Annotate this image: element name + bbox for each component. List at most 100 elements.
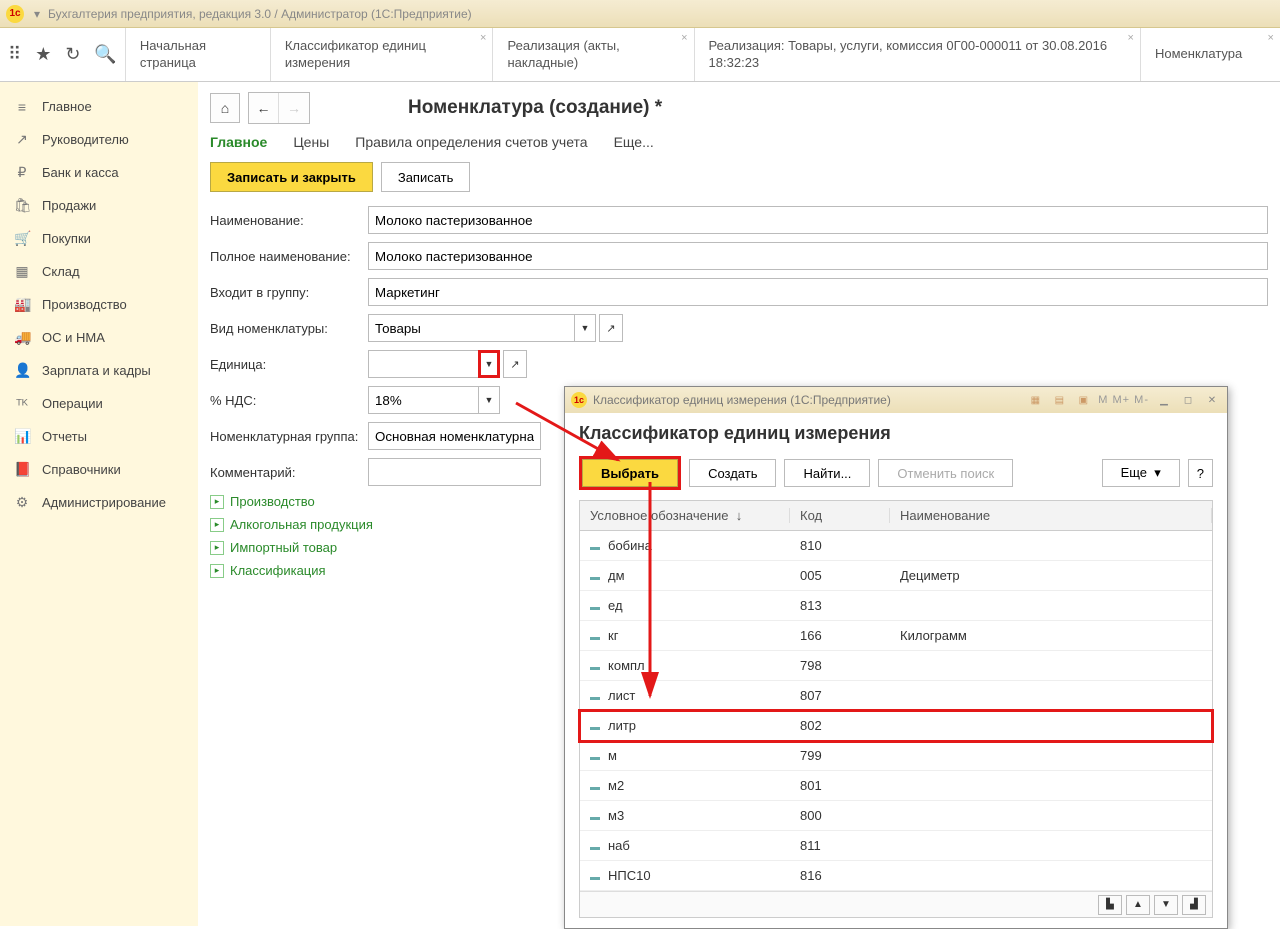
expander-label: Импортный товар — [230, 540, 337, 555]
unit-open-button[interactable]: ↗ — [503, 350, 527, 378]
sidebar-item-5[interactable]: ▦Склад — [0, 255, 198, 288]
tab-1[interactable]: Классификатор единиц измерения× — [270, 28, 493, 81]
tab-close-icon[interactable]: × — [1268, 32, 1274, 44]
sidebar-item-3[interactable]: 🛍 Продажи — [0, 189, 198, 222]
table-row[interactable]: ▬м2801 — [580, 771, 1212, 801]
col-name[interactable]: Наименование — [890, 508, 1212, 523]
classifier-dialog: 1c Классификатор единиц измерения (1С:Пр… — [564, 386, 1228, 929]
apps-icon[interactable]: ⠿ — [8, 44, 21, 65]
table-row[interactable]: ▬кг166Килограмм — [580, 621, 1212, 651]
table-row[interactable]: ▬м3800 — [580, 801, 1212, 831]
dialog-cal-icon[interactable]: ▣ — [1074, 392, 1092, 408]
type-dropdown-button[interactable]: ▼ — [574, 314, 596, 342]
sidebar-item-7[interactable]: 🚚ОС и НМА — [0, 321, 198, 354]
subtab-1[interactable]: Цены — [293, 134, 329, 150]
tab-2[interactable]: Реализация (акты, накладные)× — [492, 28, 693, 81]
row-icon: ▬ — [590, 692, 600, 703]
subtab-2[interactable]: Правила определения счетов учета — [355, 134, 587, 150]
comment-input[interactable] — [368, 458, 541, 486]
sidebar-icon: ≡ — [14, 99, 30, 115]
dialog-close-icon[interactable]: ✕ — [1203, 392, 1221, 408]
fullname-input[interactable] — [368, 242, 1268, 270]
nav-up-button[interactable]: ▲ — [1126, 895, 1150, 915]
dialog-max-icon[interactable]: ◻ — [1179, 392, 1197, 408]
sidebar-item-2[interactable]: ₽Банк и касса — [0, 156, 198, 189]
history-icon[interactable]: ↻ — [65, 44, 80, 65]
row-icon: ▬ — [590, 782, 600, 793]
col-code[interactable]: Код — [790, 508, 890, 523]
select-button[interactable]: Выбрать — [582, 459, 678, 487]
nomgroup-label: Номенклатурная группа: — [210, 429, 368, 444]
sidebar-icon: 🛍 — [14, 197, 30, 214]
table-row[interactable]: ▬НПС10816 — [580, 861, 1212, 891]
nav-last-button[interactable]: ▟ — [1182, 895, 1206, 915]
sidebar-icon: 📕 — [14, 461, 30, 478]
tab-close-icon[interactable]: × — [480, 32, 486, 44]
window-title-text: Бухгалтерия предприятия, редакция 3.0 / … — [48, 7, 472, 21]
row-icon: ▬ — [590, 632, 600, 643]
cancel-search-button[interactable]: Отменить поиск — [878, 459, 1013, 487]
dropdown-icon[interactable]: ▾ — [34, 7, 40, 21]
dialog-min-icon[interactable]: ▁ — [1155, 392, 1173, 408]
group-input[interactable] — [368, 278, 1268, 306]
star-icon[interactable]: ★ — [35, 44, 51, 65]
find-button[interactable]: Найти... — [784, 459, 870, 487]
type-input[interactable] — [368, 314, 574, 342]
col-symbol[interactable]: Условное обозначение ↓ — [580, 508, 790, 523]
dialog-m-buttons[interactable]: M M+ M- — [1098, 394, 1149, 406]
nav-down-button[interactable]: ▼ — [1154, 895, 1178, 915]
sidebar-label: Продажи — [42, 198, 96, 213]
table-row[interactable]: ▬наб811 — [580, 831, 1212, 861]
table-row[interactable]: ▬компл798 — [580, 651, 1212, 681]
sidebar-item-6[interactable]: 🏭Производство — [0, 288, 198, 321]
sidebar-icon: 📊 — [14, 428, 30, 445]
tab-0[interactable]: Начальная страница — [125, 28, 270, 81]
table-row[interactable]: ▬ед813 — [580, 591, 1212, 621]
sidebar-item-12[interactable]: ⚙Администрирование — [0, 486, 198, 519]
subtab-3[interactable]: Еще... — [614, 134, 654, 150]
app-icon: 1c — [6, 5, 24, 23]
unit-dropdown-button[interactable]: ▼ — [478, 350, 500, 378]
row-icon: ▬ — [590, 842, 600, 853]
nav-first-button[interactable]: ▙ — [1098, 895, 1122, 915]
sidebar-item-4[interactable]: 🛒Покупки — [0, 222, 198, 255]
forward-button[interactable]: → — [279, 93, 309, 123]
tab-4[interactable]: Номенклатура× — [1140, 28, 1280, 81]
create-button[interactable]: Создать — [689, 459, 776, 487]
sidebar-item-0[interactable]: ≡Главное — [0, 90, 198, 123]
save-button[interactable]: Записать — [381, 162, 471, 192]
chevron-right-icon: ▸ — [210, 518, 224, 532]
sidebar-label: Руководителю — [42, 132, 129, 147]
table-row[interactable]: ▬дм005Дециметр — [580, 561, 1212, 591]
save-close-button[interactable]: Записать и закрыть — [210, 162, 373, 192]
unit-input[interactable] — [368, 350, 478, 378]
search-icon[interactable]: 🔍 — [94, 44, 116, 65]
comment-label: Комментарий: — [210, 465, 368, 480]
sidebar-item-9[interactable]: ᵀᴷОперации — [0, 387, 198, 420]
subtab-0[interactable]: Главное — [210, 134, 267, 150]
table-row[interactable]: ▬м799 — [580, 741, 1212, 771]
sidebar-item-11[interactable]: 📕Справочники — [0, 453, 198, 486]
back-button[interactable]: ← — [249, 93, 279, 123]
vat-dropdown-button[interactable]: ▼ — [478, 386, 500, 414]
top-toolbar: ⠿ ★ ↻ 🔍 Начальная страницаКлассификатор … — [0, 28, 1280, 82]
sidebar-item-1[interactable]: ↗Руководителю — [0, 123, 198, 156]
sidebar-item-10[interactable]: 📊Отчеты — [0, 420, 198, 453]
type-open-button[interactable]: ↗ — [599, 314, 623, 342]
table-row[interactable]: ▬лист807 — [580, 681, 1212, 711]
dialog-tool-icon[interactable]: ▦ — [1026, 392, 1044, 408]
tab-close-icon[interactable]: × — [681, 32, 687, 44]
more-button[interactable]: Еще ▾ — [1102, 459, 1180, 487]
table-row[interactable]: ▬литр802 — [580, 711, 1212, 741]
dialog-calc-icon[interactable]: ▤ — [1050, 392, 1068, 408]
home-button[interactable]: ⌂ — [210, 93, 240, 123]
help-button[interactable]: ? — [1188, 459, 1213, 487]
tab-close-icon[interactable]: × — [1128, 32, 1134, 44]
row-icon: ▬ — [590, 752, 600, 763]
vat-input[interactable] — [368, 386, 478, 414]
nomgroup-input[interactable] — [368, 422, 541, 450]
table-row[interactable]: ▬бобина810 — [580, 531, 1212, 561]
tab-3[interactable]: Реализация: Товары, услуги, комиссия 0Г0… — [694, 28, 1140, 81]
sidebar-item-8[interactable]: 👤Зарплата и кадры — [0, 354, 198, 387]
name-input[interactable] — [368, 206, 1268, 234]
